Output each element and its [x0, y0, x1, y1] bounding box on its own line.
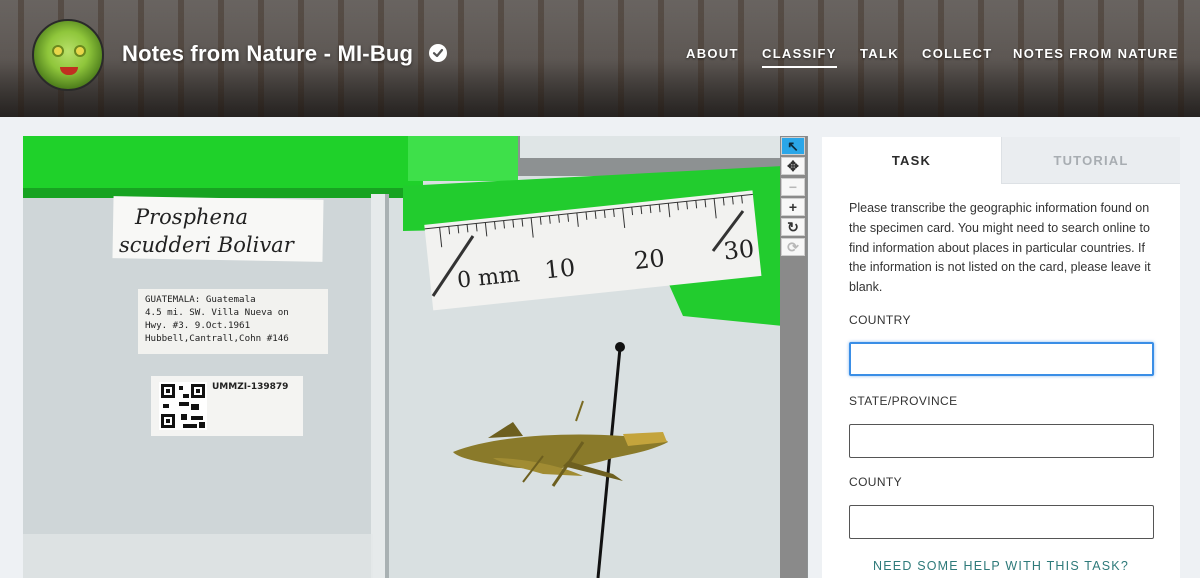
nav-about[interactable]: ABOUT	[686, 46, 739, 61]
task-instructions: Please transcribe the geographic informa…	[849, 201, 1151, 295]
species-label-line2: scudderi Bolivar	[119, 233, 296, 257]
project-avatar[interactable]	[32, 19, 104, 91]
nav-notes-from-nature[interactable]: NOTES FROM NATURE	[1013, 46, 1179, 61]
task-help-link[interactable]: NEED SOME HELP WITH THIS TASK?	[822, 559, 1180, 573]
reset-icon[interactable]: ⟳	[781, 238, 805, 256]
project-title[interactable]: Notes from Nature - MI-Bug	[122, 41, 413, 67]
locality-line: GUATEMALA: Guatemala	[145, 294, 256, 305]
locality-line: Hwy. #3. 9.Oct.1961	[145, 320, 250, 331]
check-icon	[430, 45, 446, 61]
avatar-eye	[74, 45, 86, 57]
country-field[interactable]	[849, 342, 1154, 376]
pointer-icon[interactable]: ↖	[781, 137, 805, 155]
catalog-id: UMMZI-139879	[212, 382, 288, 392]
ruler-tick-label: 20	[633, 244, 666, 275]
qr-code-icon	[159, 382, 207, 430]
locality-line: Hubbell,Cantrall,Cohn #146	[145, 333, 289, 344]
project-header: Notes from Nature - MI-Bug ABOUT CLASSIF…	[0, 0, 1200, 117]
county-field[interactable]	[849, 505, 1154, 539]
nav-talk[interactable]: TALK	[860, 46, 899, 61]
zoom-out-icon[interactable]: −	[781, 178, 805, 196]
state-province-field[interactable]	[849, 424, 1154, 458]
tab-tutorial[interactable]: TUTORIAL	[1001, 137, 1180, 184]
zoom-in-icon[interactable]: +	[781, 198, 805, 216]
tab-task[interactable]: TASK	[822, 137, 1001, 184]
rotate-icon[interactable]: ↻	[781, 218, 805, 236]
task-panel: TASK TUTORIAL Please transcribe the geog…	[822, 137, 1180, 578]
nav-classify[interactable]: CLASSIFY	[762, 46, 837, 68]
species-label-line1: Prosphena	[134, 205, 248, 229]
locality-line: 4.5 mi. SW. Villa Nueva on	[145, 307, 289, 318]
ruler-tick-label: 10	[543, 253, 576, 284]
country-label: COUNTRY	[849, 313, 911, 327]
move-icon[interactable]: ✥	[781, 157, 805, 175]
specimen-image[interactable]: Prosphena scudderi Bolivar GUATEMALA: Gu…	[23, 136, 808, 578]
avatar-eye	[52, 45, 64, 57]
county-label: COUNTY	[849, 475, 903, 489]
avatar-mouth	[60, 67, 78, 75]
state-province-label: STATE/PROVINCE	[849, 394, 958, 408]
ruler-tick-label: 30	[722, 235, 755, 266]
nav-collect[interactable]: COLLECT	[922, 46, 992, 61]
verified-badge-icon	[429, 44, 447, 62]
viewer-toolbar: ↖ ✥ − + ↻ ⟳	[780, 136, 807, 578]
subject-viewer[interactable]: Prosphena scudderi Bolivar GUATEMALA: Gu…	[23, 136, 808, 578]
